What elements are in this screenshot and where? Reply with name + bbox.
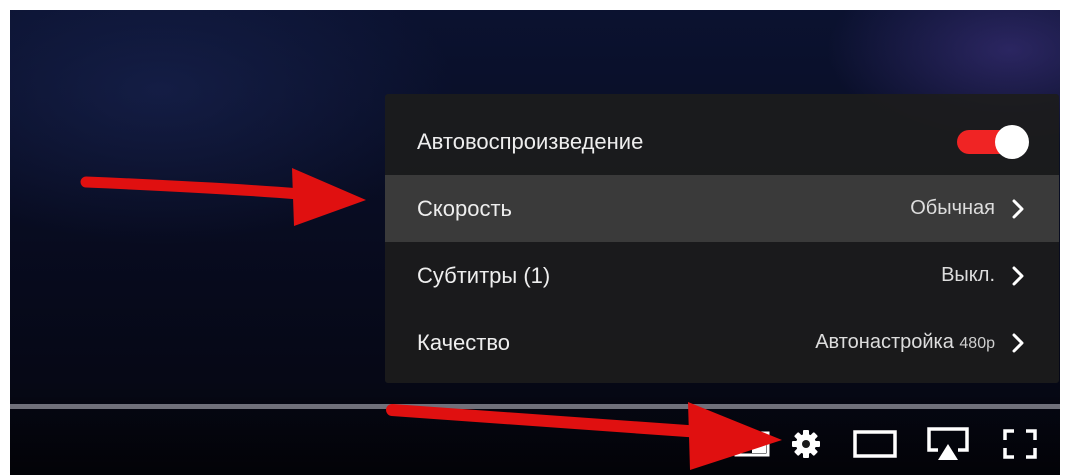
quality-label: Качество: [417, 329, 511, 355]
theater-mode-icon: [853, 430, 897, 458]
menu-item-speed[interactable]: Скорость Обычная: [385, 175, 1059, 242]
autoplay-toggle[interactable]: [957, 124, 1029, 159]
settings-menu: Автовоспроизведение Скорость Обычная Суб…: [385, 94, 1059, 383]
progress-bar[interactable]: [10, 404, 1060, 409]
settings-button[interactable]: [784, 424, 828, 464]
speed-value: Обычная: [910, 197, 995, 219]
chevron-right-icon: [1012, 199, 1024, 218]
menu-item-autoplay[interactable]: Автовоспроизведение: [385, 108, 1059, 175]
settings-gear-icon: [792, 430, 820, 458]
airplay-icon: [927, 427, 969, 460]
autoplay-label: Автовоспроизведение: [417, 128, 644, 154]
fullscreen-button[interactable]: [996, 424, 1044, 464]
subtitles-label: Субтитры (1): [417, 262, 551, 288]
subtitles-value: Выкл.: [941, 264, 995, 286]
miniplayer-icon: [734, 431, 770, 457]
quality-value-main: Автонастройка: [815, 331, 954, 353]
speed-label: Скорость: [417, 195, 513, 221]
toggle-knob: [995, 124, 1029, 159]
airplay-button[interactable]: [922, 424, 974, 464]
video-player[interactable]: Автовоспроизведение Скорость Обычная Суб…: [10, 10, 1060, 475]
fullscreen-icon: [1003, 429, 1037, 459]
controls-shade: [10, 385, 1060, 475]
quality-value-suffix: 480p: [959, 335, 995, 352]
chevron-right-icon: [1012, 333, 1024, 352]
theater-mode-button[interactable]: [848, 424, 902, 464]
chevron-right-icon: [1012, 266, 1024, 285]
miniplayer-button[interactable]: [730, 424, 774, 464]
quality-value: Автонастройка 480p: [815, 331, 995, 354]
menu-item-quality[interactable]: Качество Автонастройка 480p: [385, 309, 1059, 376]
menu-item-subtitles[interactable]: Субтитры (1) Выкл.: [385, 242, 1059, 309]
